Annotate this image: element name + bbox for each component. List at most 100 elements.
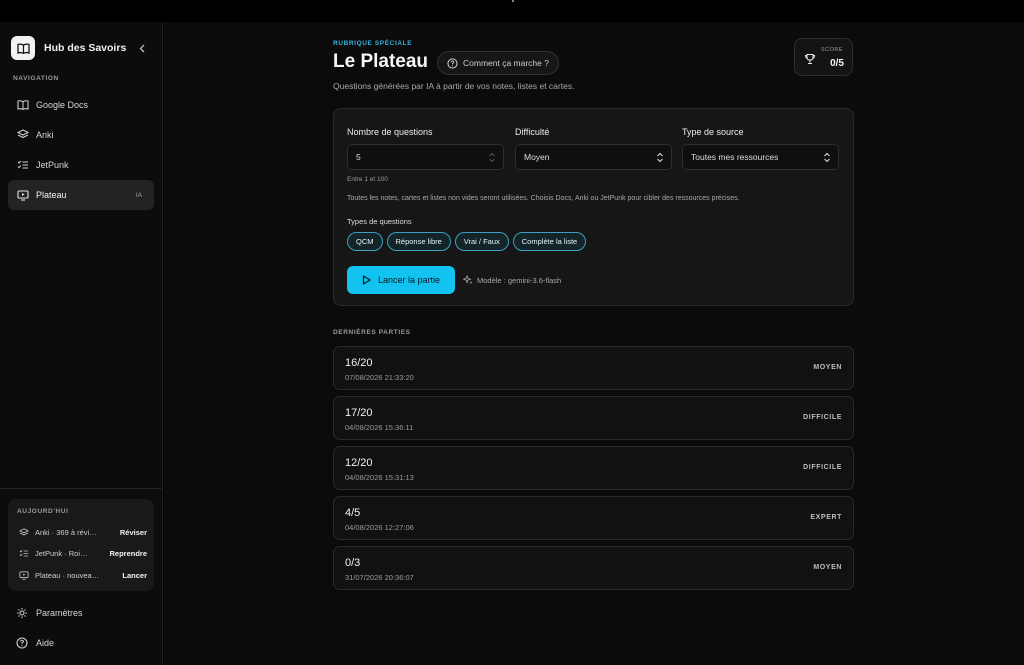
play-icon bbox=[362, 275, 371, 285]
questions-count-label: Nombre de questions bbox=[347, 127, 433, 137]
sidebar-nav: Google Docs Anki JetPunk Plateau IA bbox=[8, 90, 154, 211]
sidebar-item-google-docs[interactable]: Google Docs bbox=[8, 90, 154, 119]
how-it-works-button[interactable]: Comment ça marche ? bbox=[437, 51, 559, 75]
chip-qcm[interactable]: QCM bbox=[347, 232, 383, 251]
game-row[interactable]: 0/3 31/07/2026 20:36:07 MOYEN bbox=[333, 546, 854, 590]
game-level: EXPERT bbox=[810, 514, 842, 521]
sidebar-item-help[interactable]: Aide bbox=[8, 630, 154, 656]
how-it-works-label: Comment ça marche ? bbox=[463, 58, 549, 68]
difficulty-value: Moyen bbox=[524, 152, 550, 162]
sidebar-divider bbox=[0, 488, 162, 489]
game-date: 04/08/2026 12:27:06 bbox=[345, 523, 414, 532]
today-row-text: Plateau · nouvea… bbox=[35, 570, 100, 580]
checklist-icon bbox=[17, 159, 29, 171]
page-subtitle: Questions générées par IA à partir de vo… bbox=[333, 81, 575, 91]
sidebar-item-jetpunk[interactable]: JetPunk bbox=[8, 150, 154, 179]
source-type-select[interactable]: Toutes mes ressources bbox=[682, 144, 839, 170]
sidebar-item-label: Plateau bbox=[36, 190, 67, 200]
book-icon bbox=[17, 99, 29, 111]
sidebar-item-anki[interactable]: Anki bbox=[8, 120, 154, 149]
app-name: Hub des Savoirs bbox=[44, 42, 127, 54]
game-row[interactable]: 17/20 04/08/2026 15:36:11 DIFFICILE bbox=[333, 396, 854, 440]
nav-section-label: NAVIGATION bbox=[13, 75, 59, 82]
layers-icon bbox=[17, 129, 29, 141]
section-eyebrow: RUBRIQUE SPÉCIALE bbox=[333, 40, 413, 47]
window-top-bar bbox=[0, 0, 1024, 22]
sidebar: Hub des Savoirs NAVIGATION Google Docs A… bbox=[0, 22, 163, 665]
game-date: 07/08/2026 21:33:20 bbox=[345, 373, 414, 382]
game-score: 4/5 bbox=[345, 507, 361, 519]
questions-count-value: 5 bbox=[356, 152, 361, 162]
question-types-chips: QCM Réponse libre Vrai / Faux Complète l… bbox=[347, 232, 590, 251]
game-score: 0/3 bbox=[345, 557, 361, 569]
model-info: Modèle : gemini-3.6-flash bbox=[463, 275, 561, 285]
trophy-icon bbox=[804, 52, 816, 65]
difficulty-select[interactable]: Moyen bbox=[515, 144, 672, 170]
camera-dot bbox=[512, 0, 514, 2]
stepper-icon[interactable] bbox=[488, 152, 496, 163]
game-row[interactable]: 12/20 04/08/2026 15:31:13 DIFFICILE bbox=[333, 446, 854, 490]
game-level: MOYEN bbox=[813, 364, 842, 371]
chip-true-false[interactable]: Vrai / Faux bbox=[454, 232, 509, 251]
sidebar-item-label: Anki bbox=[36, 129, 54, 140]
sidebar-item-label: Aide bbox=[36, 638, 55, 648]
game-row[interactable]: 4/5 04/08/2026 12:27:06 EXPERT bbox=[333, 496, 854, 540]
chevron-updown-icon bbox=[656, 152, 664, 163]
game-date: 31/07/2026 20:36:07 bbox=[345, 573, 414, 582]
sparkle-icon bbox=[463, 275, 473, 285]
chevron-updown-icon bbox=[823, 152, 831, 163]
page-title: Le Plateau bbox=[333, 51, 429, 72]
score-label: SCORE bbox=[820, 47, 843, 53]
today-panel: AUJOURD'HUI Anki · 369 à révi… Réviser J… bbox=[8, 499, 154, 591]
game-row[interactable]: 16/20 07/08/2026 21:33:20 MOYEN bbox=[333, 346, 854, 390]
sidebar-item-label: Paramètres bbox=[36, 608, 83, 618]
game-level: DIFFICILE bbox=[803, 464, 842, 471]
questions-count-input[interactable]: 5 bbox=[347, 144, 504, 170]
main-content: RUBRIQUE SPÉCIALE Le Plateau Comment ça … bbox=[164, 22, 1024, 665]
sidebar-item-plateau[interactable]: Plateau IA bbox=[8, 180, 154, 210]
brand[interactable]: Hub des Savoirs bbox=[11, 36, 126, 60]
model-name: Modèle : gemini-3.6-flash bbox=[477, 275, 562, 285]
chip-free-answer[interactable]: Réponse libre bbox=[386, 232, 451, 251]
questions-count-hint: Entre 1 et 100 bbox=[347, 176, 388, 183]
today-row-plateau[interactable]: Plateau · nouvea… Lancer bbox=[19, 568, 147, 582]
launch-button[interactable]: Lancer bbox=[122, 571, 147, 580]
difficulty-label: Difficulté bbox=[515, 127, 550, 137]
ai-badge: IA bbox=[135, 191, 142, 199]
book-logo-icon bbox=[11, 36, 35, 60]
game-score: 16/20 bbox=[345, 357, 373, 369]
game-config-card: Nombre de questions 5 Difficulté Moyen T… bbox=[333, 108, 854, 306]
source-type-label: Type de source bbox=[682, 127, 744, 137]
sidebar-item-settings[interactable]: Paramètres bbox=[8, 600, 154, 626]
review-button[interactable]: Réviser bbox=[120, 528, 147, 537]
today-row-text: Anki · 369 à révi… bbox=[35, 527, 97, 537]
score-card: SCORE 0/5 bbox=[794, 38, 853, 76]
source-type-value: Toutes mes ressources bbox=[691, 152, 779, 162]
source-info-text: Toutes les notes, cartes et listes non v… bbox=[347, 195, 740, 202]
sidebar-item-label: Google Docs bbox=[36, 99, 89, 110]
chip-complete-list[interactable]: Complète la liste bbox=[512, 232, 587, 251]
game-level: DIFFICILE bbox=[803, 414, 842, 421]
launch-game-label: Lancer la partie bbox=[377, 275, 441, 285]
recent-games-label: DERNIÈRES PARTIES bbox=[333, 329, 411, 336]
today-row-jetpunk[interactable]: JetPunk · Roi… Reprendre bbox=[19, 546, 147, 560]
score-value: 0/5 bbox=[830, 58, 844, 69]
sidebar-item-label: JetPunk bbox=[36, 159, 69, 170]
game-date: 04/08/2026 15:31:13 bbox=[345, 473, 414, 482]
game-score: 12/20 bbox=[345, 457, 373, 469]
help-icon bbox=[447, 57, 458, 69]
launch-game-button[interactable]: Lancer la partie bbox=[347, 266, 455, 294]
game-date: 04/08/2026 15:36:11 bbox=[345, 423, 414, 432]
gear-icon bbox=[16, 607, 28, 619]
collapse-sidebar-icon[interactable] bbox=[136, 41, 148, 55]
game-level: MOYEN bbox=[813, 564, 842, 571]
checklist-icon bbox=[19, 548, 29, 558]
help-icon bbox=[16, 637, 28, 649]
tv-icon bbox=[19, 570, 29, 580]
tv-icon bbox=[17, 189, 29, 201]
resume-button[interactable]: Reprendre bbox=[109, 549, 147, 558]
today-label: AUJOURD'HUI bbox=[17, 508, 69, 515]
today-row-anki[interactable]: Anki · 369 à révi… Réviser bbox=[19, 525, 147, 539]
recent-games-list: 16/20 07/08/2026 21:33:20 MOYEN 17/20 04… bbox=[333, 346, 854, 596]
layers-icon bbox=[19, 527, 29, 537]
